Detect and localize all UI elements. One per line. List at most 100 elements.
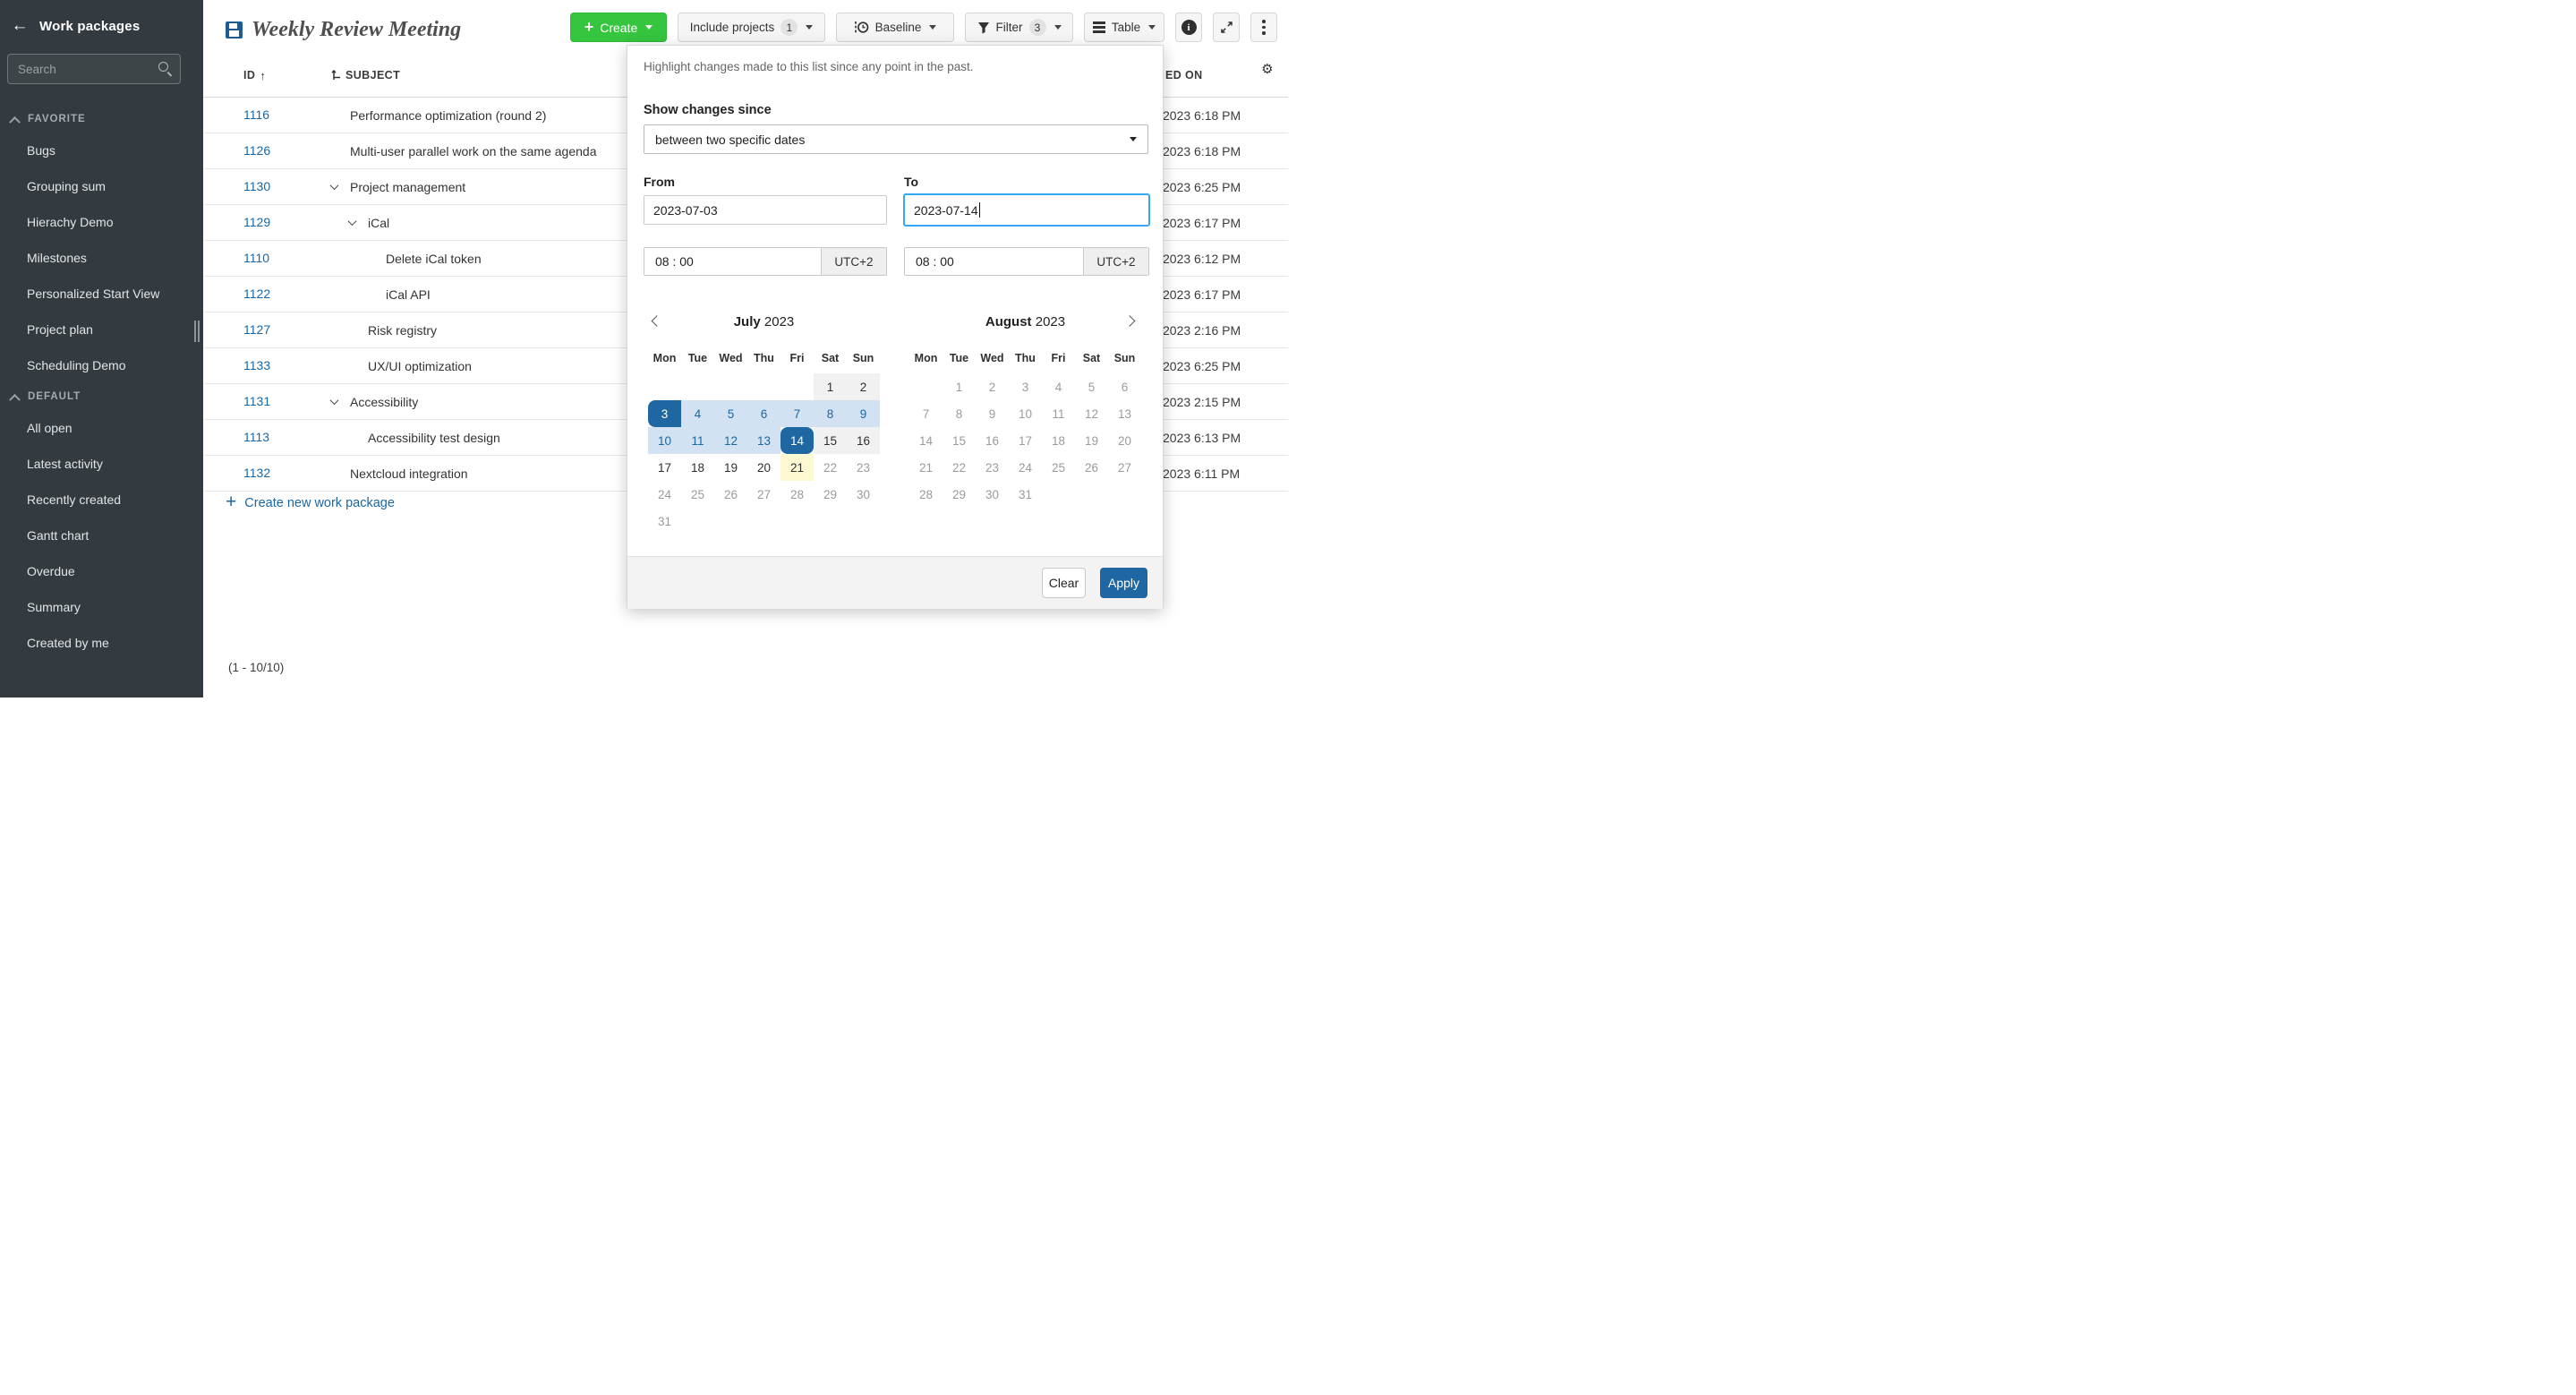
to-date-input[interactable]: 2023-07-14 [903,193,1150,227]
from-date-input[interactable]: 2023-07-03 [644,195,887,225]
calendar-day-16[interactable]: 16 [847,427,880,454]
calendar-day-6[interactable]: 6 [747,400,780,427]
collapse-chevron-icon[interactable] [329,396,350,406]
sidebar-item-project-plan[interactable]: Project plan [0,312,203,347]
create-button[interactable]: + Create [570,13,667,42]
work-package-id-link[interactable]: 1133 [243,358,270,372]
plus-icon: + [584,17,594,36]
calendar-month-label: July [733,314,761,329]
calendar-day-4[interactable]: 4 [681,400,714,427]
chevron-down-icon [645,25,653,30]
calendar-day-9[interactable]: 9 [847,400,880,427]
work-package-id-link[interactable]: 1127 [243,322,270,337]
sidebar-section-header-favorite[interactable]: FAVORITE [0,106,203,133]
calendar-day-13[interactable]: 13 [747,427,780,454]
calendar-day-7[interactable]: 7 [780,400,814,427]
sidebar-section-label: DEFAULT [28,391,81,402]
save-icon[interactable] [226,21,243,39]
calendar-day-14[interactable]: 14 [780,427,814,454]
updated-on-cell: 2023 6:18 PM [1163,107,1241,123]
collapse-chevron-icon[interactable] [347,217,368,227]
column-header-id[interactable]: ID ↑ [243,69,331,82]
create-button-label: Create [600,20,638,35]
updated-on-cell: 2023 6:25 PM [1163,179,1241,194]
weekday-label: Mon [914,352,938,364]
work-package-id-link[interactable]: 1129 [243,215,270,229]
filter-button[interactable]: Filter 3 [965,13,1073,42]
chevron-down-icon [1148,25,1156,30]
sidebar-item-gantt-chart[interactable]: Gantt chart [0,518,203,553]
id-cell: 1129 [243,215,331,231]
include-projects-button[interactable]: Include projects 1 [678,13,825,42]
sidebar-section-header-default[interactable]: DEFAULT [0,383,203,410]
calendar-day-11[interactable]: 11 [681,427,714,454]
calendar-day-20[interactable]: 20 [747,454,780,481]
create-new-work-package-link[interactable]: + Create new work package [226,492,395,512]
calendar-day-10[interactable]: 10 [648,427,681,454]
weekday-label: Mon [653,352,677,364]
to-timezone-badge: UTC+2 [1083,247,1149,276]
calendar-day-2[interactable]: 2 [847,373,880,400]
calendar-day-5[interactable]: 5 [714,400,747,427]
fullscreen-button[interactable] [1213,13,1240,42]
baseline-button[interactable]: Baseline [836,13,954,42]
work-package-id-link[interactable]: 1110 [243,251,269,265]
sidebar-item-scheduling-demo[interactable]: Scheduling Demo [0,347,203,383]
calendar-day-19[interactable]: 19 [714,454,747,481]
sidebar-item-all-open[interactable]: All open [0,410,203,446]
to-time-input[interactable]: 08 : 00 [904,247,1083,276]
back-arrow-icon[interactable]: ← [0,16,39,36]
work-package-id-link[interactable]: 1132 [243,466,270,480]
plus-icon: + [226,492,237,512]
work-package-id-link[interactable]: 1122 [243,287,270,301]
chevron-up-icon [9,393,21,406]
calendar-day-19: 19 [1084,433,1099,448]
sidebar-item-bugs[interactable]: Bugs [0,133,203,168]
sidebar-item-created-by-me[interactable]: Created by me [0,625,203,661]
sidebar-item-hierachy-demo[interactable]: Hierachy Demo [0,204,203,240]
calendar-july: July 2023 Mon Tue Wed Thu Fri Sat Sun 12345678… [648,314,880,528]
show-changes-since-select[interactable]: between two specific dates [644,124,1148,154]
calendar-day-8[interactable]: 8 [814,400,847,427]
baseline-panel: Highlight changes made to this list sinc… [627,45,1164,609]
clear-button[interactable]: Clear [1042,568,1086,598]
info-button[interactable]: i [1175,13,1202,42]
calendar-day-1[interactable]: 1 [814,373,847,400]
work-package-id-link[interactable]: 1130 [243,179,270,193]
sidebar-item-milestones[interactable]: Milestones [0,240,203,276]
sidebar-item-overdue[interactable]: Overdue [0,553,203,589]
calendar-day-17: 17 [1018,433,1033,448]
work-package-id-link[interactable]: 1113 [243,430,269,444]
calendar-day-15[interactable]: 15 [814,427,847,454]
sidebar-item-grouping-sum[interactable]: Grouping sum [0,168,203,204]
gear-icon[interactable]: ⚙ [1261,61,1274,77]
calendar-day-3[interactable]: 3 [648,400,681,427]
calendar-july-title: July 2023 [648,314,880,336]
apply-button[interactable]: Apply [1100,568,1147,598]
chevron-down-icon [1130,137,1137,141]
calendar-day-12[interactable]: 12 [714,427,747,454]
previous-month-button[interactable] [651,315,664,329]
calendar-day-21[interactable]: 21 [780,454,814,481]
table-view-button[interactable]: Table [1084,13,1164,42]
sidebar-item-summary[interactable]: Summary [0,589,203,625]
work-package-id-link[interactable]: 1116 [243,107,269,122]
work-package-id-link[interactable]: 1131 [243,394,270,408]
calendar-day-empty [681,508,714,535]
sidebar-resize-handle[interactable] [194,321,200,342]
sidebar-item-personalized-start-view[interactable]: Personalized Start View [0,276,203,312]
calendar-day-29: 29 [823,487,838,501]
calendar-day-17[interactable]: 17 [648,454,681,481]
weekday-label: Wed [980,352,1004,364]
from-time-input[interactable]: 08 : 00 [644,247,821,276]
search-input[interactable] [7,54,181,84]
sidebar-item-latest-activity[interactable]: Latest activity [0,446,203,482]
more-options-button[interactable] [1250,13,1277,42]
work-package-id-link[interactable]: 1126 [243,143,270,158]
column-header-updated-on[interactable]: ED ON ⚙ [1160,61,1288,81]
collapse-chevron-icon[interactable] [329,181,350,191]
sidebar-item-recently-created[interactable]: Recently created [0,482,203,518]
next-month-button[interactable] [1123,315,1139,329]
calendar-august: August 2023 Mon Tue Wed Thu Fri Sat Sun 123456… [909,314,1141,501]
calendar-day-18[interactable]: 18 [681,454,714,481]
